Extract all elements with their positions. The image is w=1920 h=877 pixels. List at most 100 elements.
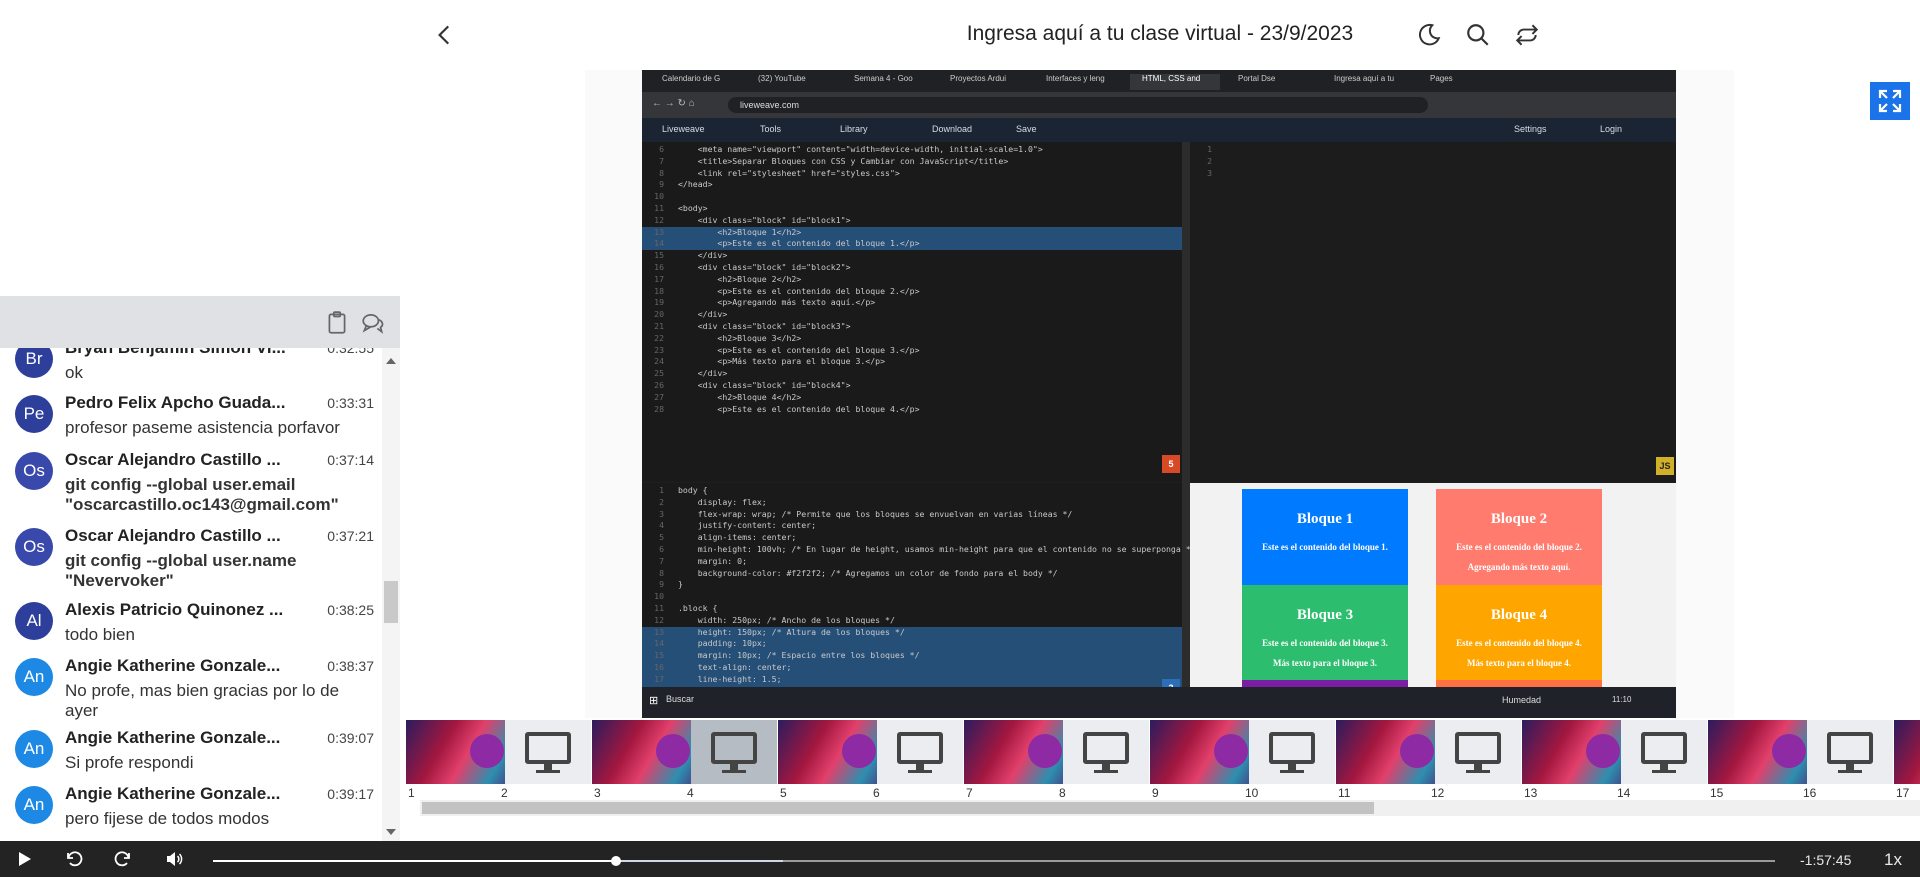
taskbar-search[interactable]: Buscar [666, 694, 694, 704]
code-text: min-height: 100vh; /* En lugar de height… [678, 543, 1196, 554]
liveweave-menu-item[interactable]: Library [840, 124, 868, 134]
message-text: ok [65, 363, 83, 382]
chat-bubbles-icon[interactable] [360, 310, 386, 336]
scroll-up-arrow[interactable] [386, 358, 396, 364]
avatar: An [15, 730, 53, 768]
slide-thumbnail[interactable] [1894, 720, 1920, 784]
sender-name: Pedro Felix Apcho Guada... [65, 393, 286, 412]
slide-thumbnail[interactable] [964, 720, 1074, 784]
scrollbar-thumb[interactable] [384, 581, 398, 623]
line-number: 3 [1207, 167, 1212, 178]
screen-share-thumbnail[interactable] [1435, 720, 1521, 784]
sender-name: Angie Katherine Gonzale... [65, 784, 281, 803]
scroll-down-arrow[interactable] [386, 829, 396, 835]
block-title: Bloque 3 [1296, 607, 1354, 623]
swap-icon[interactable] [1514, 22, 1540, 48]
code-line: 16 text-align: center; [642, 661, 1182, 674]
liveweave-menu-item[interactable]: Liveweave [662, 124, 705, 134]
code-text: <h2>Bloque 1</h2> [678, 226, 802, 237]
browser-tab[interactable]: HTML, CSS and [1130, 74, 1220, 90]
progress-knob[interactable] [610, 856, 621, 866]
pane-divider[interactable] [1182, 142, 1190, 718]
line-number: 12 [654, 614, 664, 625]
slide-thumbnail[interactable] [406, 720, 516, 784]
block-text: Este es el contenido del bloque 4. [1456, 638, 1582, 648]
slide-thumbnail[interactable] [592, 720, 702, 784]
browser-tab[interactable]: Interfaces y leng [1034, 74, 1124, 90]
screen-share-thumbnail[interactable] [1621, 720, 1707, 784]
js-editor-pane[interactable]: 123 JS [1190, 142, 1676, 482]
code-text: height: 150px; /* Altura de los bloques … [678, 626, 905, 637]
rewind-icon[interactable] [64, 849, 84, 869]
browser-tab[interactable]: Semana 4 - Goo [842, 74, 932, 90]
moon-icon[interactable] [1416, 22, 1442, 48]
slide-thumbnail[interactable] [1336, 720, 1446, 784]
slide-art [842, 734, 876, 768]
code-line: 9 </head> [642, 179, 1182, 191]
code-text: </div> [678, 368, 728, 379]
browser-tab[interactable]: Proyectos Ardui [938, 74, 1028, 90]
chat-scrollbar[interactable] [382, 348, 400, 841]
slide-thumbnail[interactable] [778, 720, 888, 784]
code-text: <p>Este es el contenido del bloque 3.</p… [678, 344, 920, 355]
code-line: 7 margin: 0; [642, 556, 1182, 568]
url-field[interactable]: liveweave.com [728, 97, 1428, 113]
thumbnail-number: 14 [1617, 786, 1631, 800]
code-line: 16 <div class="block" id="block2"> [642, 262, 1182, 274]
browser-tab[interactable]: Ingresa aquí a tu [1322, 74, 1412, 90]
code-line: 26 <div class="block" id="block4"> [642, 380, 1182, 392]
liveweave-menu-item[interactable]: Save [1016, 124, 1037, 134]
slide-art [470, 734, 504, 768]
line-number: 7 [659, 555, 664, 566]
thumbnail-scrollbar[interactable] [420, 800, 1920, 816]
nav-arrows-icon[interactable]: ← → ↻ ⌂ [652, 98, 695, 109]
forward-icon[interactable] [113, 849, 133, 869]
message-time: 0:38:37 [327, 658, 374, 674]
message-time: 0:37:21 [327, 528, 374, 544]
play-icon[interactable] [14, 849, 34, 869]
code-line: 27 <h2>Bloque 4</h2> [642, 392, 1182, 404]
liveweave-menu-item[interactable]: Login [1600, 124, 1622, 134]
slide-thumbnail[interactable] [1522, 720, 1632, 784]
code-line: 17 line-height: 1.5; [642, 673, 1182, 686]
line-number: 27 [654, 391, 664, 402]
screen-share-thumbnail[interactable] [877, 720, 963, 784]
slide-thumbnail[interactable] [1150, 720, 1260, 784]
buffered-range [615, 860, 784, 862]
clipboard-icon[interactable] [324, 310, 350, 336]
screen-share-thumbnail[interactable] [691, 720, 777, 784]
fullscreen-button[interactable] [1870, 82, 1910, 120]
search-icon[interactable] [1465, 22, 1491, 48]
line-number: 2 [659, 496, 664, 507]
browser-tab[interactable]: (32) YouTube [746, 74, 836, 90]
playback-speed-button[interactable]: 1x [1884, 850, 1902, 870]
thumbnail-number: 1 [408, 786, 415, 800]
liveweave-menu-item[interactable]: Tools [760, 124, 781, 134]
volume-icon[interactable] [164, 849, 184, 869]
sender-name: Oscar Alejandro Castillo ... [65, 526, 281, 545]
browser-tab[interactable]: Calendario de G [650, 74, 740, 90]
slide-thumbnail[interactable] [1708, 720, 1818, 784]
progress-bar[interactable] [213, 856, 1775, 866]
shared-screen: Calendario de G (32) YouTube Semana 4 - Go… [642, 70, 1676, 718]
screen-share-thumbnail[interactable] [1807, 720, 1893, 784]
code-line: 2 display: flex; [642, 497, 1182, 509]
liveweave-menu-item[interactable]: Settings [1514, 124, 1547, 134]
html-editor-pane[interactable]: 6 <meta name="viewport" content="width=d… [642, 142, 1182, 482]
code-text: margin: 10px; /* Espacio entre los bloqu… [678, 650, 920, 661]
line-number: 26 [654, 379, 664, 390]
line-number: 3 [659, 508, 664, 519]
screen-share-thumbnail[interactable] [1063, 720, 1149, 784]
liveweave-menu-item[interactable]: Download [932, 124, 972, 134]
css-editor-pane[interactable]: 1 body {2 display: flex; 3 flex-wrap: wrap… [642, 483, 1196, 718]
code-line: 11 <body> [642, 203, 1182, 215]
thumbnail-scrollbar-thumb[interactable] [422, 802, 1374, 814]
browser-tab[interactable]: Pages [1418, 74, 1508, 90]
monitor-base [1466, 770, 1490, 773]
screen-share-thumbnail[interactable] [1249, 720, 1335, 784]
line-number: 11 [654, 602, 664, 613]
screen-share-thumbnail[interactable] [505, 720, 591, 784]
code-text: <div class="block" id="block3"> [678, 320, 851, 331]
windows-start-icon[interactable]: ⊞ [649, 694, 658, 707]
browser-tab[interactable]: Portal Dse [1226, 74, 1316, 90]
